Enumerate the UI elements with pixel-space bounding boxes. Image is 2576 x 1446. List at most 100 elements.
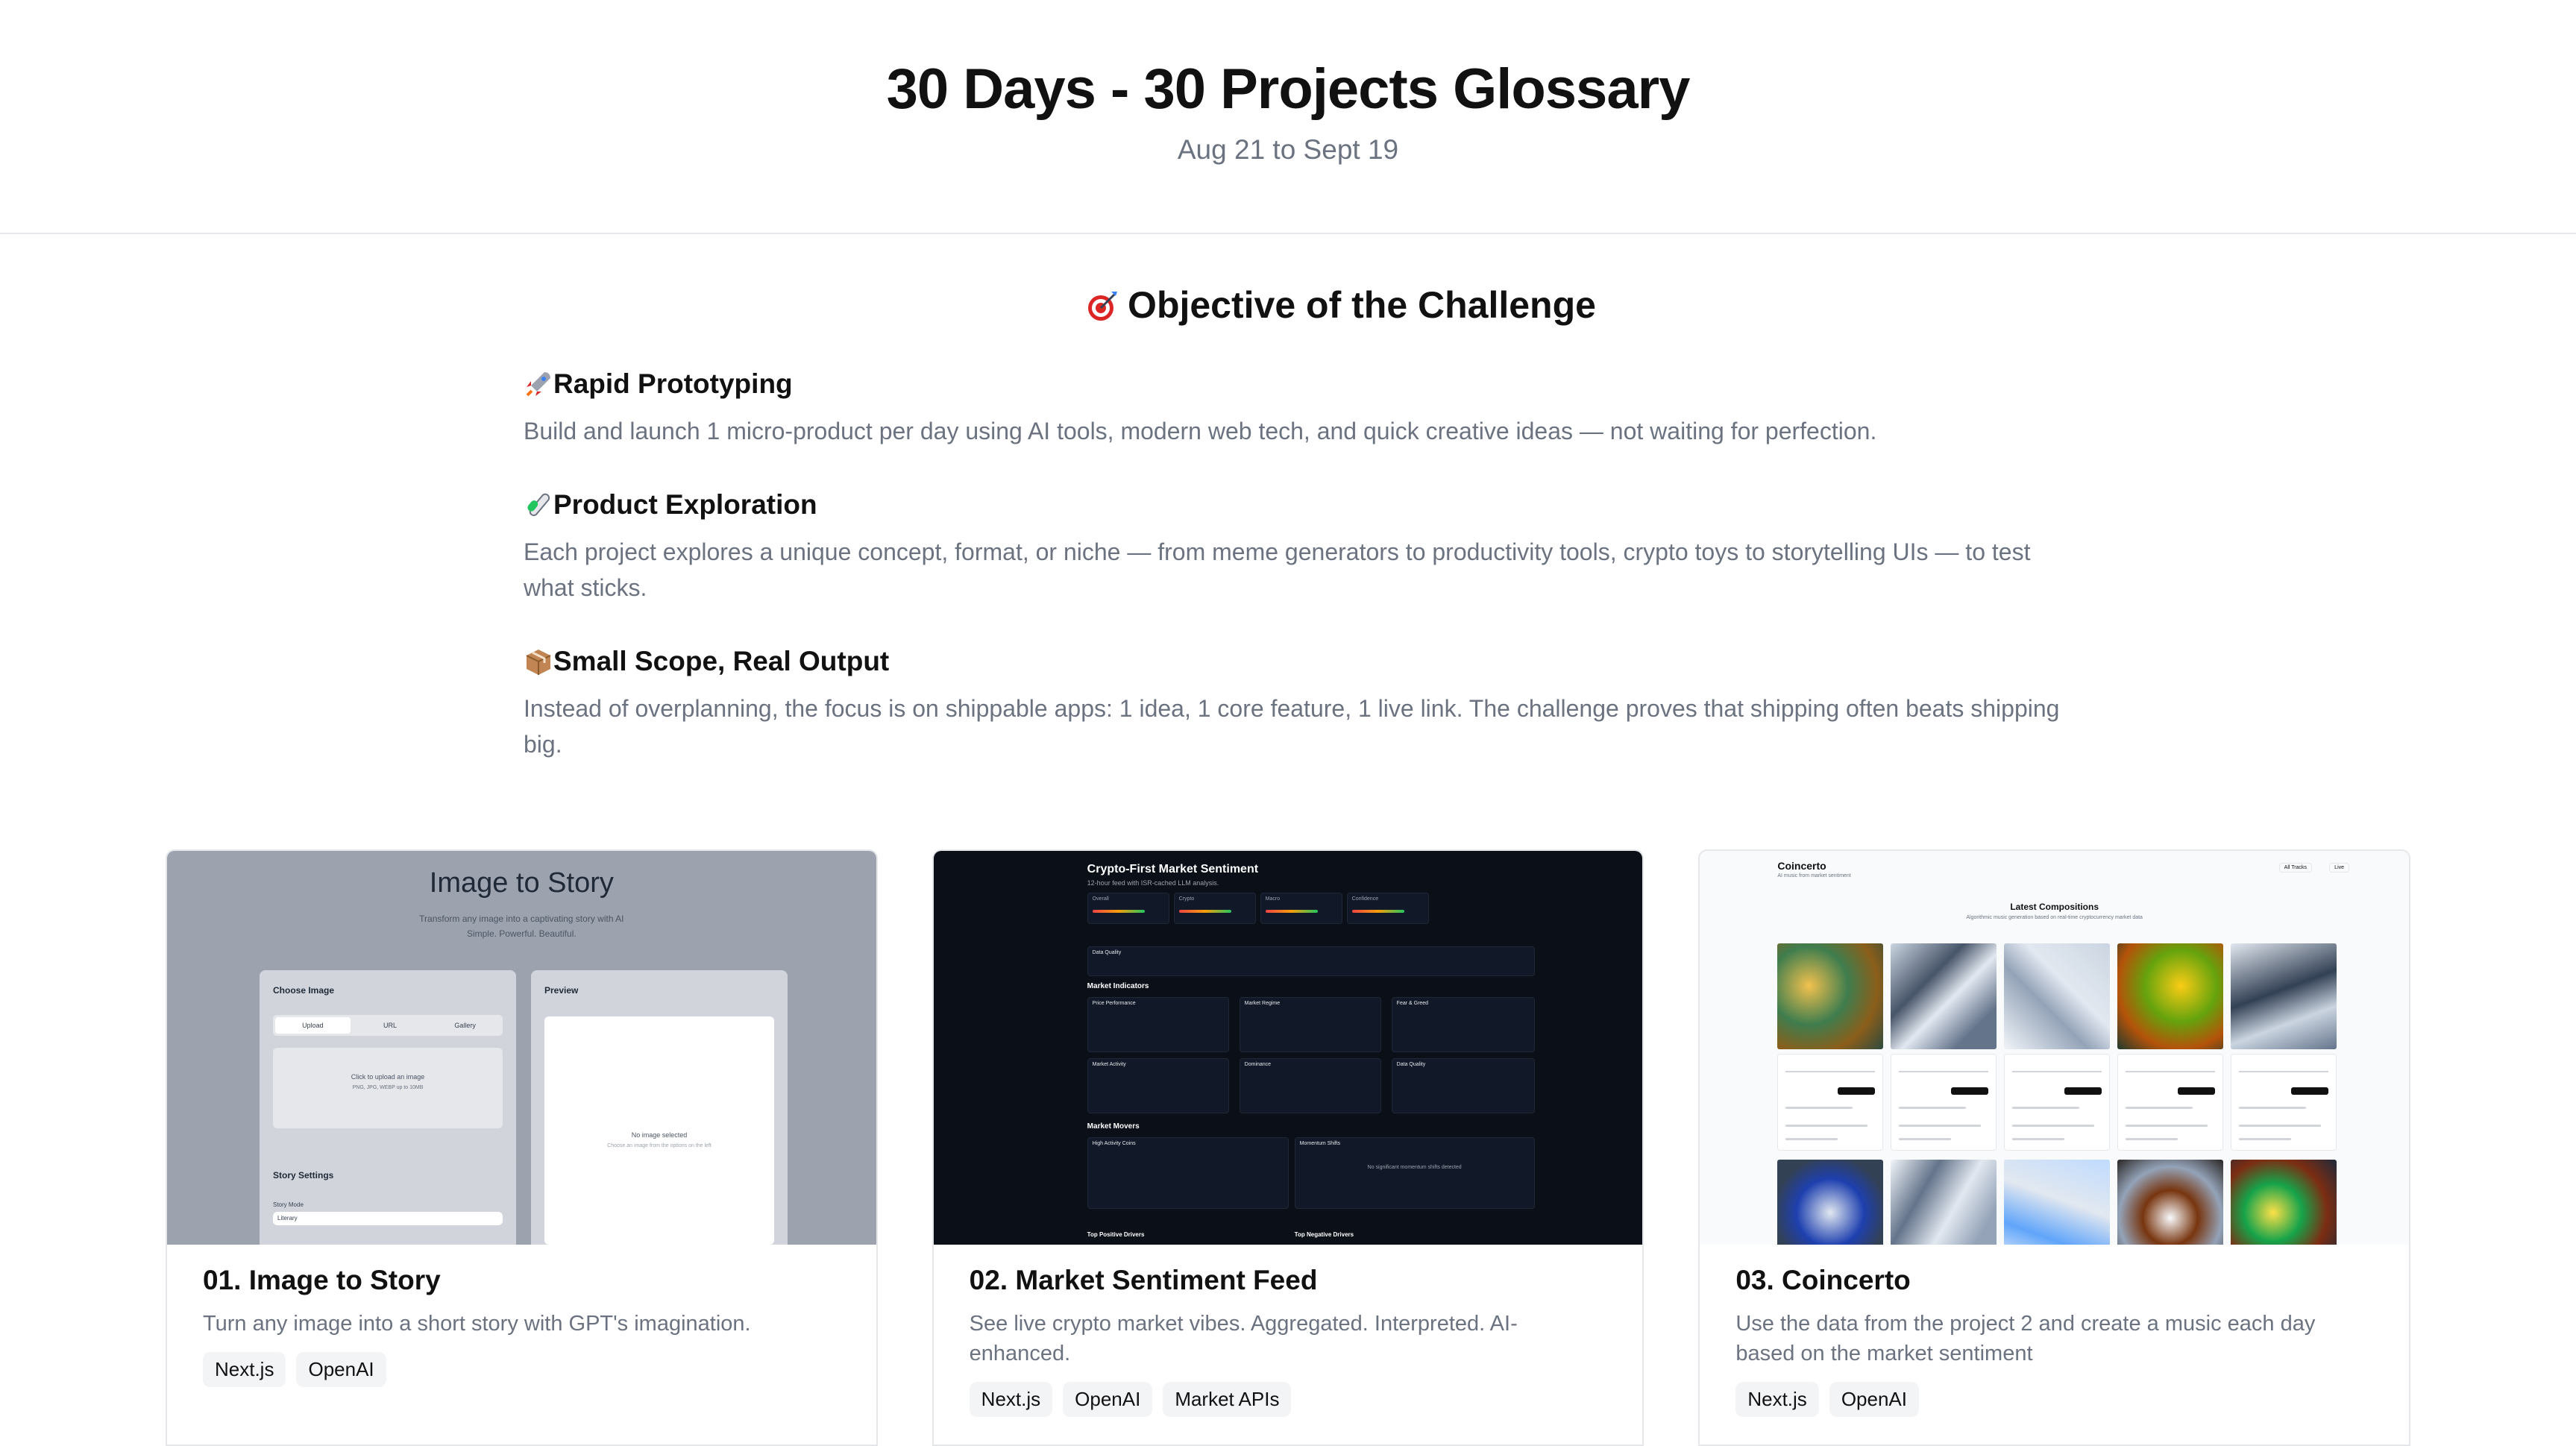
indicator-box: Price Performance [1087,997,1229,1052]
project-card[interactable]: Crypto-First Market Sentiment 12-hour fe… [932,849,1644,1446]
tag-list: Next.js OpenAI [1735,1382,2373,1417]
objective-item-title: Rapid Prototyping [553,368,793,399]
rocket-icon [526,372,550,397]
nav-pill: Live [2329,863,2350,873]
thumb-subheading: Algorithmic music generation based on re… [1966,915,2143,920]
project-card[interactable]: Image to Story Transform any image into … [166,849,878,1446]
panel-heading: Preview [544,985,579,996]
tag-list: Next.js OpenAI [203,1352,841,1387]
thumb-subtitle: 12-hour feed with ISR-cached LLM analysi… [1087,879,1219,887]
story-settings-panel: Story Settings Story Mode Literary [260,1155,516,1245]
track-meta [2231,1054,2337,1151]
track-meta [2117,1054,2224,1151]
tag: Next.js [1735,1382,1819,1417]
box-title: Market Regime [1244,1001,1281,1006]
story-mode-label: Story Mode [273,1201,304,1208]
story-mode-select: Literary [273,1212,503,1225]
upload-hint: Click to upload an image [351,1073,425,1081]
section-heading: Top Negative Drivers [1294,1231,1354,1238]
project-card[interactable]: Coincerto AI music from market sentiment… [1698,849,2411,1446]
album-art [2231,1160,2337,1245]
tag-list: Next.js OpenAI Market APIs [969,1382,1607,1417]
objective-item: Product Exploration Each project explore… [524,486,2052,606]
tab-gallery: Gallery [454,1022,476,1029]
movers-box: Momentum Shifts No significant momentum … [1294,1137,1535,1209]
page-title: 30 Days - 30 Projects Glossary [886,57,1691,121]
album-art [2231,943,2337,1049]
album-art [2117,1160,2224,1245]
objective-item-description: Instead of overplanning, the focus is on… [524,695,2060,758]
section-heading: Top Positive Drivers [1087,1231,1145,1238]
source-tabs: Upload URL Gallery [273,1015,503,1036]
objective-item-title: Small Scope, Real Output [553,646,890,676]
nav-pill: All Tracks [2278,863,2313,873]
box-title: Market Activity [1092,1062,1126,1067]
project-screenshot: Coincerto AI music from market sentiment… [1700,851,2410,1245]
indicator-box: Fear & Greed [1391,997,1535,1052]
album-art [1777,1160,1884,1245]
sentiment-card: Confidence [1346,893,1429,924]
objective-title: Objective of the Challenge [1128,284,1596,326]
project-screenshot: Image to Story Transform any image into … [167,851,876,1245]
project-title[interactable]: 02. Market Sentiment Feed [970,1261,1607,1300]
sentiment-card: Crypto [1173,893,1256,924]
album-art [2004,1160,2111,1245]
album-art [2004,943,2111,1049]
album-art [1891,1160,1997,1245]
upload-formats: PNG, JPG, WEBP up to 10MB [352,1085,424,1090]
track-meta [1777,1054,1884,1151]
sentiment-card-label: Overall [1092,896,1109,902]
objective-heading: Objective of the Challenge [628,279,2052,331]
panel-heading: Choose Image [273,985,335,996]
panel-heading: Story Settings [273,1170,334,1181]
track-meta [2004,1054,2111,1151]
indicator-box: Dominance [1239,1058,1381,1113]
project-description: See live crypto market vibes. Aggregated… [969,1312,1518,1365]
thumb-title: Crypto-First Market Sentiment [1087,863,1259,876]
objective-item-description: Build and launch 1 micro-product per day… [524,418,1877,444]
data-quality-box: Data Quality [1087,946,1535,976]
thumb-tagline: Simple. Powerful. Beautiful. [466,928,577,939]
box-title: High Activity Coins [1092,1141,1136,1146]
project-title[interactable]: 01. Image to Story [203,1261,841,1300]
tab-upload: Upload [275,1017,351,1034]
preview-empty-hint: Choose an image from the options on the … [607,1143,711,1148]
project-title[interactable]: 03. Coincerto [1735,1261,2373,1300]
objective-item-description: Each project explores a unique concept, … [524,538,2031,601]
section-heading: Market Indicators [1087,982,1149,990]
box-title: Fear & Greed [1396,1001,1429,1006]
sentiment-card-label: Macro [1265,896,1281,902]
test-tube-icon [527,493,550,517]
dart-icon [1088,292,1118,321]
tag: Market APIs [1163,1382,1292,1417]
tag: OpenAI [1829,1382,1919,1417]
thumb-brand-sub: AI music from market sentiment [1777,873,1851,878]
movers-box: High Activity Coins [1087,1137,1289,1209]
tag: Next.js [969,1382,1053,1417]
objective-section: Objective of the Challenge Rapid Prototy… [524,234,2059,762]
preview-panel: Preview No image selected Choose an imag… [531,970,788,1245]
sentiment-card: Macro [1260,893,1342,924]
project-description: Use the data from the project 2 and crea… [1735,1312,2316,1365]
tag: OpenAI [296,1352,386,1387]
sentiment-card: Overall [1087,893,1169,924]
upload-dropzone: Click to upload an image PNG, JPG, WEBP … [273,1048,503,1128]
box-title: Momentum Shifts [1299,1141,1341,1146]
indicator-box: Market Activity [1087,1058,1229,1113]
date-range: Aug 21 to Sept 19 [1177,134,1399,165]
box-title: Data Quality [1092,950,1122,955]
box-title: Price Performance [1092,1001,1136,1006]
box-title: Dominance [1244,1062,1272,1067]
album-art [1777,943,1884,1049]
objective-item-title: Product Exploration [553,489,817,520]
indicator-box: Data Quality [1391,1058,1535,1113]
sentiment-card-label: Crypto [1178,896,1195,902]
tag: OpenAI [1063,1382,1153,1417]
thumb-heading: Latest Compositions [2010,902,2099,912]
sentiment-card-label: Confidence [1351,896,1379,902]
tab-url: URL [383,1022,398,1029]
project-grid: Image to Story Transform any image into … [166,849,2411,1446]
empty-note: No significant momentum shifts detected [1367,1165,1462,1170]
thumb-brand: Coincerto [1777,860,1826,872]
preview-area: No image selected Choose an image from t… [544,1016,774,1245]
